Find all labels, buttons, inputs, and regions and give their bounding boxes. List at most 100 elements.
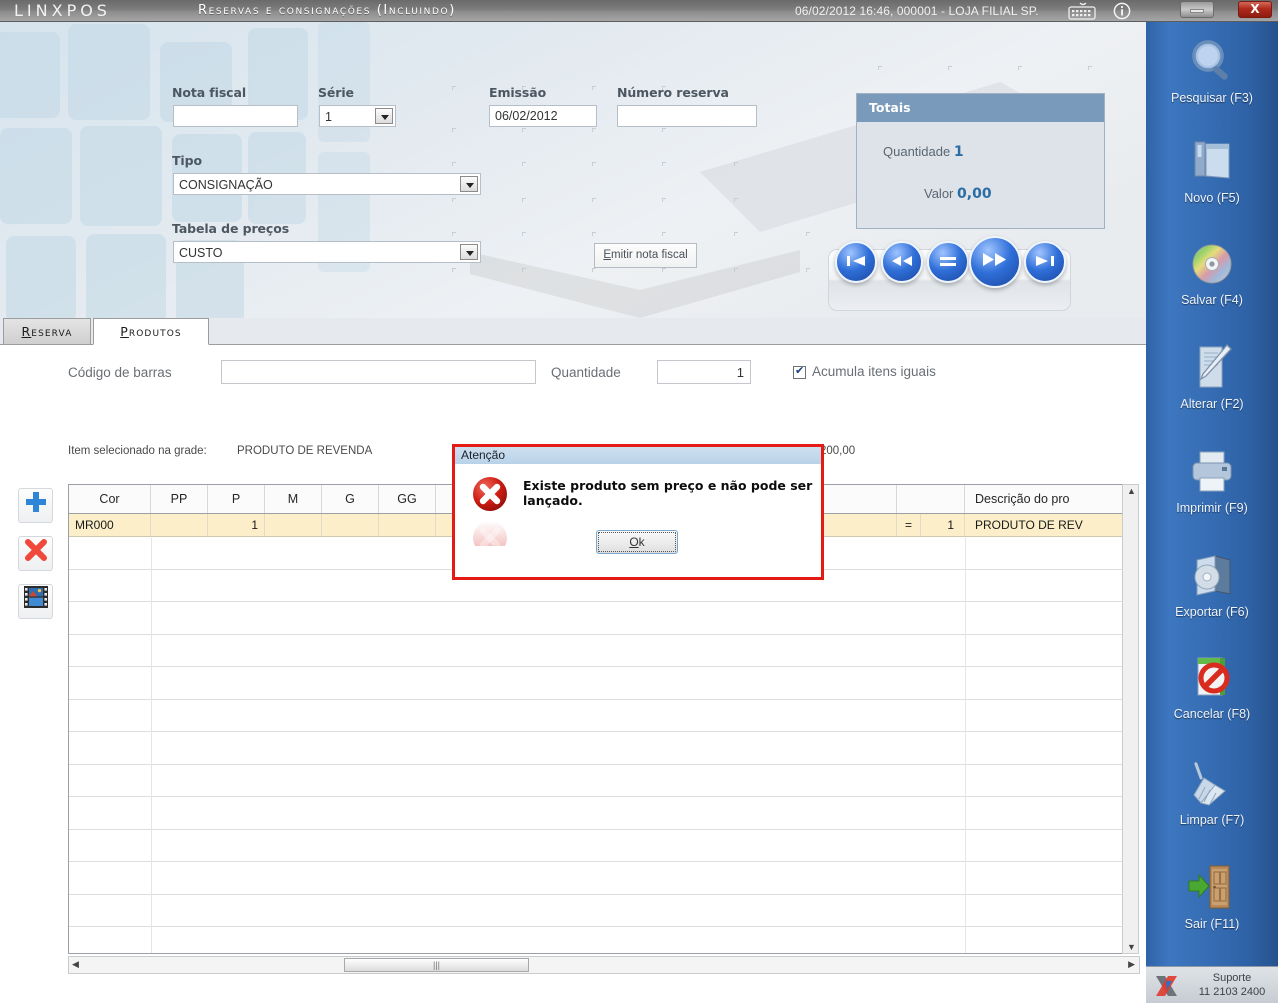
close-button[interactable]: X xyxy=(1238,1,1272,18)
reserva-form-panel: Nota fiscal Série 1 Emissão Número reser… xyxy=(0,22,1146,318)
cell-m xyxy=(265,514,322,536)
tab-produtos-label: rodutos xyxy=(128,324,182,339)
scroll-down-icon[interactable]: ▼ xyxy=(1127,942,1136,952)
scroll-up-icon[interactable]: ▲ xyxy=(1127,486,1136,496)
grid-empty-row[interactable] xyxy=(69,635,1127,667)
item-selecionado-nome: PRODUTO DE REVENDA xyxy=(237,445,373,457)
grid-col-p[interactable]: P xyxy=(208,485,265,513)
image-item-button[interactable] xyxy=(18,584,53,619)
chevron-down-icon[interactable] xyxy=(460,176,478,192)
codigo-barras-label: Código de barras xyxy=(68,365,172,380)
tab-produtos[interactable]: Produtos xyxy=(93,318,209,345)
sidebar-item-salvar[interactable]: Salvar (F4) xyxy=(1146,236,1278,307)
session-status: 06/02/2012 16:46, 000001 - LOJA FILIAL S… xyxy=(795,4,1039,18)
grid-empty-row[interactable] xyxy=(69,830,1127,862)
first-record-icon[interactable] xyxy=(835,241,877,283)
equals-icon[interactable] xyxy=(927,241,969,283)
item-selecionado-valor: 200,00 xyxy=(820,445,856,457)
tab-strip: Reserva Produtos xyxy=(0,318,1146,345)
tipo-label: Tipo xyxy=(172,153,202,168)
tipo-select[interactable]: CONSIGNAÇÃO xyxy=(173,173,481,195)
cell-total-sign: = xyxy=(897,514,921,536)
grid-empty-row[interactable] xyxy=(69,602,1127,635)
grid-col-m[interactable]: M xyxy=(265,485,322,513)
grid-gridline xyxy=(965,538,966,953)
sidebar-item-limpar[interactable]: Limpar (F7) xyxy=(1146,756,1278,827)
cell-cor: MR000 xyxy=(69,514,151,536)
scroll-left-icon[interactable]: ◀ xyxy=(72,959,79,970)
dialog-ok-button[interactable]: Ok xyxy=(596,530,678,554)
sidebar-item-imprimir[interactable]: Imprimir (F9) xyxy=(1146,444,1278,515)
cell-g xyxy=(322,514,379,536)
grid-col-cor[interactable]: Cor xyxy=(69,485,151,513)
grid-col-total[interactable] xyxy=(897,485,965,513)
previous-record-icon[interactable] xyxy=(881,241,923,283)
grid-empty-row[interactable] xyxy=(69,732,1127,765)
add-item-button[interactable] xyxy=(18,488,53,523)
cancel-forbidden-icon xyxy=(1146,650,1278,706)
tabela-precos-select[interactable]: CUSTO xyxy=(173,241,481,263)
linx-logo-icon xyxy=(1153,972,1181,1003)
acumula-itens-label: Acumula itens iguais xyxy=(812,364,936,379)
grid-col-gg[interactable]: GG xyxy=(379,485,436,513)
cell-total: 1 xyxy=(921,514,965,536)
grid-horizontal-scrollbar[interactable]: ◀ ||| ▶ xyxy=(68,956,1140,974)
quantidade-input[interactable] xyxy=(657,360,751,384)
sidebar-item-alterar[interactable]: Alterar (F2) xyxy=(1146,340,1278,411)
keyboard-icon[interactable] xyxy=(1066,2,1098,20)
emitir-nota-fiscal-button[interactable]: Emitir nota fiscal xyxy=(594,243,697,268)
nota-fiscal-input[interactable] xyxy=(173,105,298,127)
grid-col-pp[interactable]: PP xyxy=(151,485,208,513)
minimize-button[interactable] xyxy=(1180,1,1214,18)
item-selecionado-label: Item selecionado na grade: xyxy=(68,445,207,457)
last-record-icon[interactable] xyxy=(1024,241,1066,283)
chevron-down-icon[interactable] xyxy=(375,108,393,124)
sidebar-item-label: Alterar (F2) xyxy=(1180,397,1244,411)
numero-reserva-input[interactable] xyxy=(617,105,757,127)
totais-header: Totais xyxy=(857,94,1104,122)
grid-empty-row[interactable] xyxy=(69,765,1127,797)
grid-col-descricao[interactable]: Descrição do pro xyxy=(965,485,1127,513)
grid-col-g[interactable]: G xyxy=(322,485,379,513)
sidebar-item-pesquisar[interactable]: Pesquisar (F3) xyxy=(1146,34,1278,105)
emissao-label: Emissão xyxy=(489,85,547,100)
sidebar-item-label: Cancelar (F8) xyxy=(1173,707,1251,721)
sidebar-item-label: Limpar (F7) xyxy=(1179,813,1245,827)
next-record-icon[interactable] xyxy=(969,236,1021,288)
sidebar-item-exportar[interactable]: Exportar (F6) xyxy=(1146,548,1278,619)
emissao-input[interactable] xyxy=(489,105,597,127)
dialog-title: Atenção xyxy=(455,447,821,464)
exit-door-icon xyxy=(1146,860,1278,916)
acumula-itens-checkbox[interactable] xyxy=(793,364,806,379)
totais-valor-label: Valor xyxy=(924,186,954,201)
chevron-down-icon[interactable] xyxy=(460,244,478,260)
app-logo: LINXPOS xyxy=(14,1,111,20)
ok-label: k xyxy=(638,535,645,549)
tab-reserva[interactable]: Reserva xyxy=(3,318,91,345)
numero-reserva-label: Número reserva xyxy=(617,85,729,100)
support-bar[interactable]: Suporte 11 2103 2400 xyxy=(1146,966,1278,1003)
grid-empty-row[interactable] xyxy=(69,797,1127,830)
attention-dialog: Atenção Existe produto sem preço e não p… xyxy=(452,444,824,580)
grid-empty-row[interactable] xyxy=(69,862,1127,895)
totais-valor-value: 0,00 xyxy=(957,186,992,202)
sidebar-item-sair[interactable]: Sair (F11) xyxy=(1146,860,1278,931)
sidebar-item-novo[interactable]: Novo (F5) xyxy=(1146,134,1278,205)
new-document-icon xyxy=(1146,134,1278,190)
magnifier-icon xyxy=(1146,34,1278,90)
right-toolbar: Pesquisar (F3) Novo (F5) Salvar (F4) Alt… xyxy=(1146,22,1278,1003)
grid-vertical-scrollbar[interactable]: ▲ ▼ xyxy=(1122,484,1139,954)
grid-empty-row[interactable] xyxy=(69,700,1127,732)
scroll-right-icon[interactable]: ▶ xyxy=(1128,959,1135,970)
remove-item-button[interactable] xyxy=(18,536,53,571)
codigo-barras-input[interactable] xyxy=(221,360,536,384)
grid-empty-row[interactable] xyxy=(69,895,1127,927)
nota-fiscal-label: Nota fiscal xyxy=(172,85,247,100)
grid-empty-row[interactable] xyxy=(69,667,1127,700)
sidebar-item-cancelar[interactable]: Cancelar (F8) xyxy=(1146,650,1278,721)
hscroll-thumb[interactable]: ||| xyxy=(344,958,529,972)
info-icon[interactable] xyxy=(1113,2,1131,20)
serie-select[interactable]: 1 xyxy=(319,105,396,127)
cell-pp xyxy=(151,514,208,536)
grid-empty-row[interactable] xyxy=(69,927,1127,953)
